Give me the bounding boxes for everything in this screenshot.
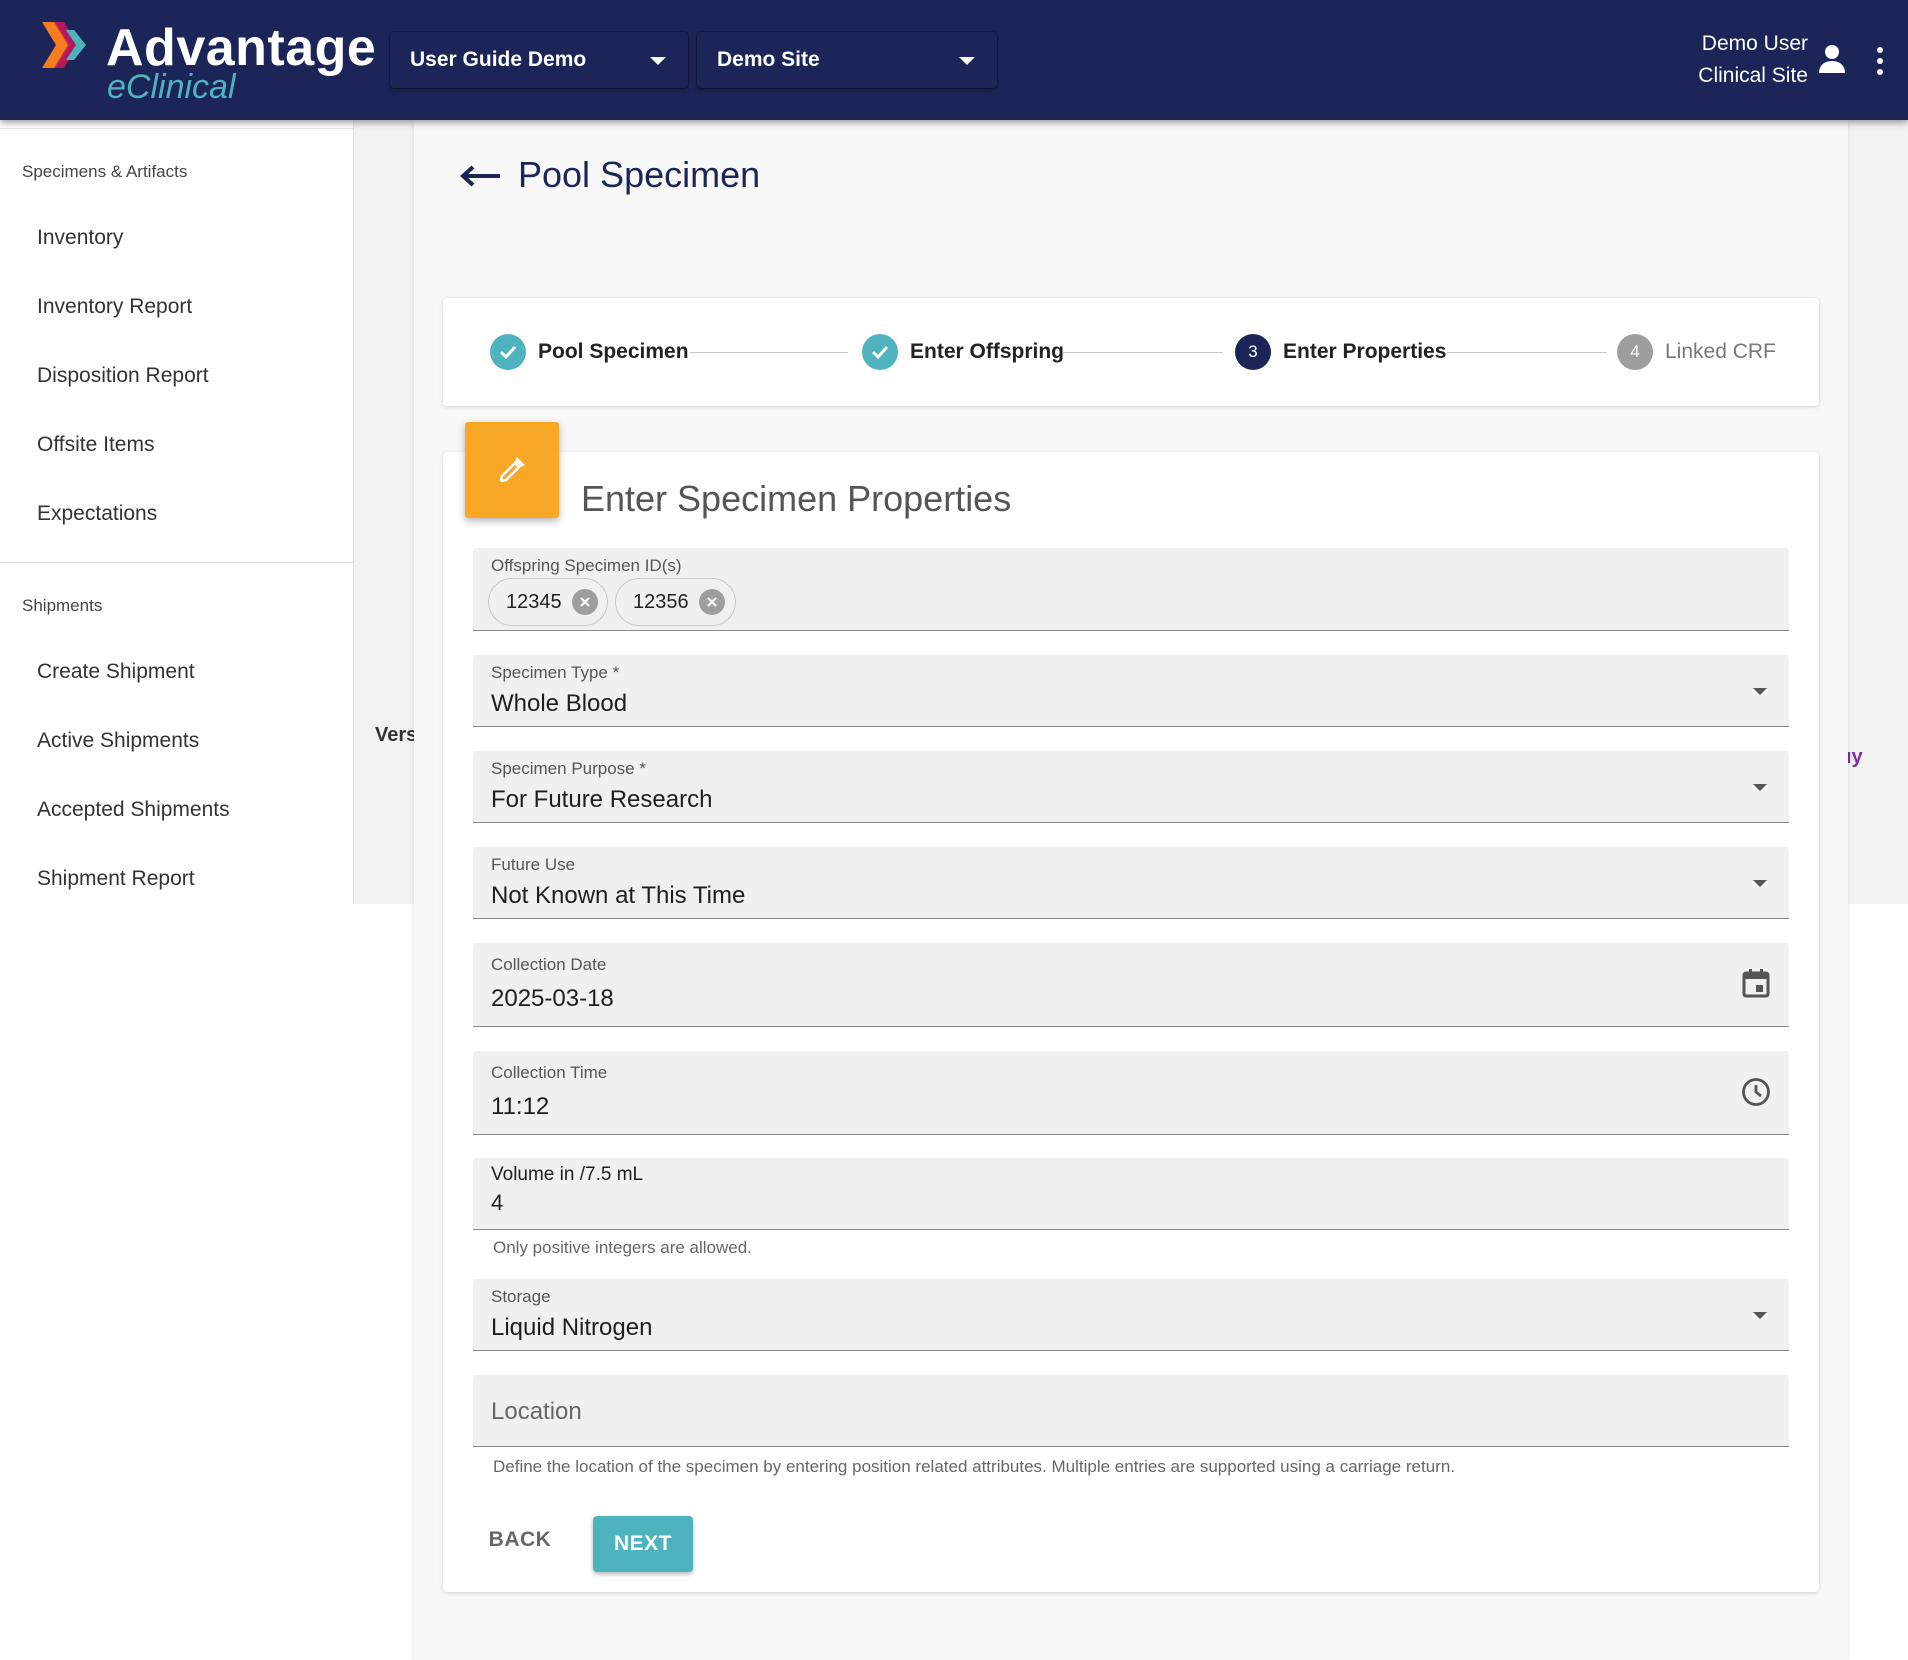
field-label: Storage	[491, 1287, 551, 1306]
field-label: Volume in /7.5 mL	[491, 1164, 644, 1185]
future-use-select[interactable]: Future Use Not Known at This Time	[473, 847, 1789, 919]
field-label: Specimen Purpose *	[491, 759, 646, 778]
volume-field[interactable]: Volume in /7.5 mL 4	[473, 1158, 1789, 1230]
stepper: Pool Specimen Enter Offspring 3 Enter Pr…	[443, 298, 1819, 406]
calendar-icon[interactable]	[1741, 967, 1771, 999]
chevron-down-icon	[959, 57, 975, 65]
field-value: Liquid Nitrogen	[491, 1314, 653, 1341]
background-panel-left	[354, 120, 414, 904]
pipette-icon	[465, 422, 559, 518]
step-linked-crf[interactable]: 4 Linked CRF	[1617, 334, 1776, 370]
check-icon	[862, 334, 898, 370]
study-select[interactable]: User Guide Demo	[390, 32, 688, 88]
field-value: For Future Research	[491, 786, 713, 813]
step-enter-properties[interactable]: 3 Enter Properties	[1235, 334, 1446, 370]
field-value: 4	[491, 1190, 504, 1215]
step-enter-offspring[interactable]: Enter Offspring	[862, 334, 1064, 370]
sidebar-item-inventory[interactable]: Inventory	[37, 226, 123, 250]
sidebar-divider	[0, 562, 354, 563]
chip-label: 12356	[633, 590, 689, 613]
back-button[interactable]: BACK	[470, 1512, 570, 1568]
user-role: Clinical Site	[1698, 64, 1808, 87]
location-hint: Define the location of the specimen by e…	[493, 1457, 1455, 1476]
specimen-purpose-select[interactable]: Specimen Purpose * For Future Research	[473, 751, 1789, 823]
field-label: Specimen Type *	[491, 663, 620, 682]
step-number: 4	[1617, 334, 1653, 370]
site-select[interactable]: Demo Site	[697, 32, 997, 88]
chevron-down-icon	[1753, 1312, 1767, 1319]
step-label: Enter Properties	[1283, 340, 1447, 363]
field-value: Whole Blood	[491, 690, 628, 717]
field-label: Collection Time	[491, 1063, 608, 1082]
location-textarea[interactable]: Location	[473, 1375, 1789, 1447]
sidebar-item-expectations[interactable]: Expectations	[37, 502, 157, 526]
sidebar-item-accepted-shipments[interactable]: Accepted Shipments	[37, 798, 230, 822]
background-text-right: ıy	[1846, 746, 1863, 768]
step-label: Enter Offspring	[910, 340, 1065, 363]
clock-icon[interactable]	[1741, 1077, 1771, 1107]
check-icon	[490, 334, 526, 370]
field-label: Offspring Specimen ID(s)	[491, 556, 682, 575]
next-button[interactable]: NEXT	[593, 1516, 693, 1572]
logo-chevron-icon	[42, 22, 86, 68]
brand-subtitle: eClinical	[107, 68, 236, 106]
storage-select[interactable]: Storage Liquid Nitrogen	[473, 1279, 1789, 1351]
brand-logo[interactable]: Advantage eClinical	[40, 18, 376, 108]
step-connector	[690, 352, 848, 353]
sidebar-item-active-shipments[interactable]: Active Shipments	[37, 729, 199, 753]
specimen-type-select[interactable]: Specimen Type * Whole Blood	[473, 655, 1789, 727]
sidebar-divider	[0, 128, 354, 129]
chevron-down-icon	[1753, 784, 1767, 791]
chip-offspring-id[interactable]: 12345	[488, 578, 608, 626]
field-value: 2025-03-18	[491, 985, 614, 1012]
sidebar-section-specimens: Specimens & Artifacts	[22, 162, 188, 181]
sidebar-item-create-shipment[interactable]: Create Shipment	[37, 660, 195, 684]
form-title: Enter Specimen Properties	[581, 478, 1012, 519]
background-panel-right	[1848, 120, 1908, 904]
page-title: Pool Specimen	[518, 154, 761, 195]
chip-offspring-id[interactable]: 12356	[615, 578, 736, 626]
field-label: Future Use	[491, 855, 576, 874]
chip-label: 12345	[506, 590, 562, 613]
background-text-left: Vers	[375, 724, 418, 746]
user-name: Demo User	[1701, 32, 1808, 55]
sidebar-item-disposition-report[interactable]: Disposition Report	[37, 364, 209, 388]
chevron-down-icon	[1753, 880, 1767, 887]
collection-date-field[interactable]: Collection Date 2025-03-18	[473, 943, 1789, 1027]
field-value: 11:12	[491, 1093, 550, 1120]
arrow-left-icon[interactable]	[458, 160, 502, 192]
chevron-down-icon	[1753, 688, 1767, 695]
location-placeholder: Location	[491, 1398, 582, 1425]
field-label: Collection Date	[491, 955, 607, 974]
account-icon[interactable]	[1818, 44, 1846, 74]
sidebar-section-shipments: Shipments	[22, 596, 103, 615]
remove-chip-icon[interactable]	[571, 589, 598, 615]
chevron-down-icon	[650, 57, 666, 65]
volume-hint: Only positive integers are allowed.	[493, 1238, 752, 1257]
collection-time-field[interactable]: Collection Time 11:12	[473, 1051, 1789, 1135]
step-connector	[1063, 352, 1223, 353]
step-pool-specimen[interactable]: Pool Specimen	[490, 334, 689, 370]
field-value: Not Known at This Time	[491, 882, 746, 909]
sidebar-item-inventory-report[interactable]: Inventory Report	[37, 295, 192, 319]
step-label: Linked CRF	[1665, 340, 1776, 363]
sidebar-item-offsite-items[interactable]: Offsite Items	[37, 433, 154, 457]
study-select-value: User Guide Demo	[410, 48, 587, 71]
more-vert-icon[interactable]	[1870, 44, 1890, 78]
site-select-value: Demo Site	[717, 48, 820, 71]
sidebar-item-shipment-report[interactable]: Shipment Report	[37, 867, 195, 891]
user-info: Demo User Clinical Site	[1698, 28, 1808, 92]
step-number: 3	[1235, 334, 1271, 370]
top-header: Advantage eClinical User Guide Demo Demo…	[0, 0, 1908, 120]
sidebar: Specimens & Artifacts Inventory Inventor…	[0, 120, 354, 904]
remove-chip-icon[interactable]	[698, 589, 725, 615]
step-connector	[1447, 352, 1607, 353]
step-label: Pool Specimen	[538, 340, 689, 363]
